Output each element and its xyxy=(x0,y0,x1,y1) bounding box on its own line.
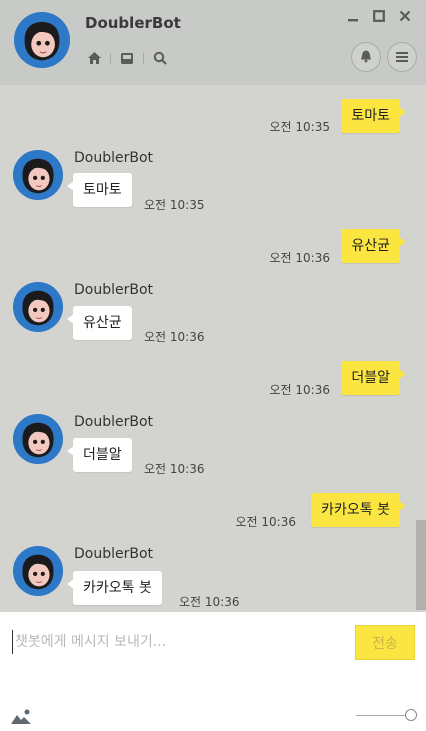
sender-name: DoublerBot xyxy=(74,150,154,166)
send-button[interactable]: 전송 xyxy=(355,625,415,660)
bot-message-bubble[interactable]: 토마토 xyxy=(67,173,132,207)
bell-icon xyxy=(359,48,373,67)
photo-icon[interactable] xyxy=(10,708,32,730)
bot-avatar[interactable] xyxy=(14,12,70,68)
inbox-icon[interactable] xyxy=(119,50,135,66)
bot-message-bubble[interactable]: 카카오톡 봇 xyxy=(67,571,162,605)
bot-avatar[interactable] xyxy=(13,282,63,332)
my-message-bubble[interactable]: 유산균 xyxy=(341,229,406,263)
slider-knob[interactable] xyxy=(405,709,417,721)
my-message-bubble[interactable]: 카카오톡 봇 xyxy=(311,493,406,527)
message-input[interactable] xyxy=(12,630,347,654)
sender-name: DoublerBot xyxy=(74,282,154,298)
message-time: 오전 10:36 xyxy=(269,251,330,265)
divider xyxy=(143,52,144,64)
notification-button[interactable] xyxy=(351,42,381,72)
chat-title: DoublerBot xyxy=(85,14,181,32)
menu-icon xyxy=(395,48,409,67)
my-message-bubble[interactable]: 더블알 xyxy=(341,361,406,395)
message-time: 오전 10:36 xyxy=(144,462,205,476)
message-time: 오전 10:36 xyxy=(144,330,205,344)
message-time: 오전 10:36 xyxy=(235,515,296,529)
bot-avatar[interactable] xyxy=(13,546,63,596)
maximize-icon[interactable] xyxy=(372,8,386,24)
sender-name: DoublerBot xyxy=(74,414,154,430)
divider xyxy=(110,52,111,64)
bot-avatar[interactable] xyxy=(13,414,63,464)
home-icon[interactable] xyxy=(86,50,102,66)
bot-message-bubble[interactable]: 더블알 xyxy=(67,438,132,472)
zoom-slider[interactable] xyxy=(356,709,417,721)
close-icon[interactable] xyxy=(398,8,412,24)
input-area: 전송 xyxy=(0,612,426,731)
my-message-bubble[interactable]: 토마토 xyxy=(341,99,406,133)
message-time: 오전 10:35 xyxy=(144,198,205,212)
message-time: 오전 10:36 xyxy=(179,595,240,609)
chat-scrollbar[interactable] xyxy=(416,520,426,610)
search-icon[interactable] xyxy=(152,50,168,66)
sender-name: DoublerBot xyxy=(74,546,154,562)
bot-avatar[interactable] xyxy=(13,150,63,200)
minimize-icon[interactable] xyxy=(346,8,360,24)
chat-log[interactable]: 토마토 오전 10:35 DoublerBot 토마토 오전 10:35 유산균… xyxy=(0,85,426,612)
bot-message-bubble[interactable]: 유산균 xyxy=(67,306,132,340)
chat-header: DoublerBot xyxy=(0,0,426,85)
message-time: 오전 10:35 xyxy=(269,120,330,134)
message-time: 오전 10:36 xyxy=(269,383,330,397)
menu-button[interactable] xyxy=(387,42,417,72)
